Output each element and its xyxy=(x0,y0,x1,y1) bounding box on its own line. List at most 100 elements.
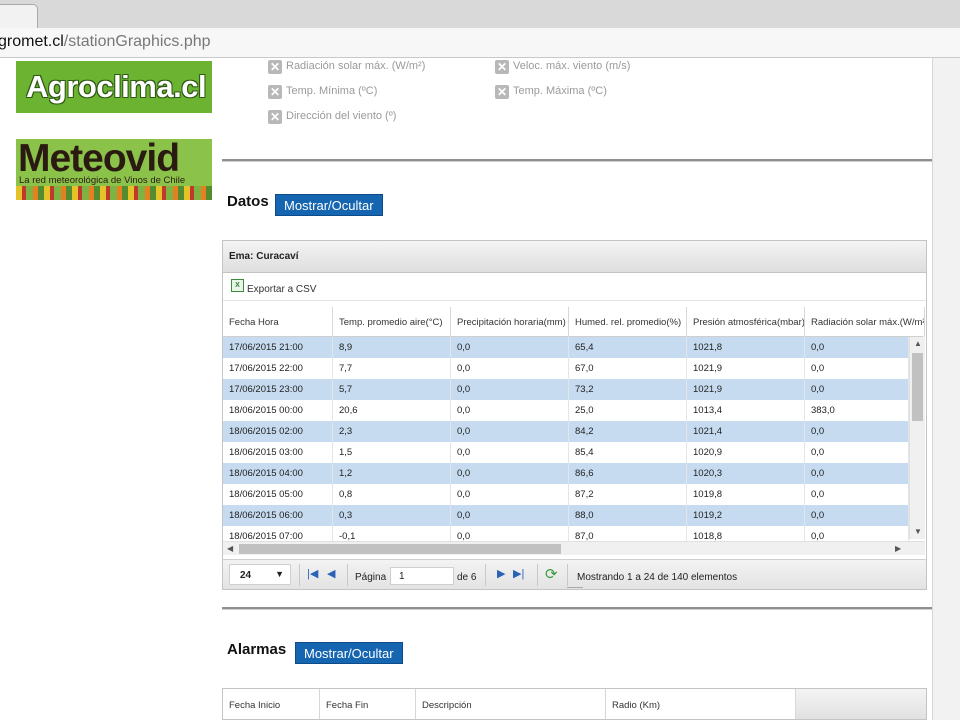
x-box-icon: ✕ xyxy=(268,60,282,74)
cell-precipitacion: 0,0 xyxy=(451,379,569,400)
chevron-down-icon: ▼ xyxy=(275,569,284,579)
grid-caption: Ema: Curacaví xyxy=(223,241,926,273)
column-header-fecha-inicio[interactable]: Fecha Inicio xyxy=(223,689,320,719)
vertical-scroll-thumb[interactable] xyxy=(912,353,923,421)
column-header-radiacion[interactable]: Radiación solar máx.(W/m²) xyxy=(805,307,925,337)
cell-temp-promedio: 20,6 xyxy=(333,400,451,421)
cell-humedad: 25,0 xyxy=(569,400,687,421)
datos-title: Datos xyxy=(227,193,269,210)
datos-toggle-button[interactable]: Mostrar/Ocultar xyxy=(275,194,383,216)
horizontal-scrollbar[interactable]: ◀ ▶ xyxy=(223,541,925,555)
alarms-table: Fecha Inicio Fecha Fin Descripción Radio… xyxy=(222,688,927,720)
horizontal-scroll-thumb[interactable] xyxy=(239,544,561,554)
meteovid-tagline: La red meteorológica de Vinos de Chile xyxy=(19,175,186,186)
cell-precipitacion: 0,0 xyxy=(451,463,569,484)
cell-temp-promedio: 0,8 xyxy=(333,484,451,505)
cell-radiacion: 383,0 xyxy=(805,400,909,421)
cell-precipitacion: 0,0 xyxy=(451,505,569,526)
resize-grip[interactable] xyxy=(567,587,583,589)
cell-fecha-hora: 18/06/2015 00:00 xyxy=(223,400,333,421)
table-row[interactable]: 17/06/2015 23:00 5,7 0,0 73,2 1021,9 0,0 xyxy=(223,379,909,400)
excel-icon[interactable]: X xyxy=(231,279,244,292)
legend-item-radiacion[interactable]: ✕ Radiación solar máx. (W/m²) xyxy=(268,60,425,74)
cell-fecha-hora: 18/06/2015 06:00 xyxy=(223,505,333,526)
page-size-select[interactable]: 24 ▼ xyxy=(229,564,291,585)
last-page-icon[interactable]: ▶| xyxy=(513,567,524,580)
table-row[interactable]: 18/06/2015 04:00 1,2 0,0 86,6 1020,3 0,0 xyxy=(223,463,909,484)
cell-radiacion: 0,0 xyxy=(805,526,909,541)
next-page-icon[interactable]: ▶ xyxy=(497,567,505,580)
x-box-icon: ✕ xyxy=(268,110,282,124)
cell-presion: 1021,9 xyxy=(687,358,805,379)
scroll-left-icon[interactable]: ◀ xyxy=(227,544,233,553)
legend-label: Radiación solar máx. (W/m²) xyxy=(286,60,426,72)
column-header-precipitacion[interactable]: Precipitación horaria(mm) xyxy=(451,307,569,337)
pager-separator xyxy=(299,564,300,586)
browser-tab[interactable] xyxy=(0,4,38,28)
meteovid-logo[interactable]: Meteovid La red meteorológica de Vinos d… xyxy=(16,139,212,200)
legend-label: Temp. Máxima (ºC) xyxy=(513,85,607,97)
legend-label: Veloc. máx. viento (m/s) xyxy=(513,60,631,72)
legend-label: Dirección del viento (º) xyxy=(286,110,397,122)
alarmas-toggle-button[interactable]: Mostrar/Ocultar xyxy=(295,642,403,664)
cell-radiacion: 0,0 xyxy=(805,442,909,463)
address-bar[interactable]: gromet.cl/stationGraphics.php xyxy=(0,28,960,58)
table-row[interactable]: 18/06/2015 06:00 0,3 0,0 88,0 1019,2 0,0 xyxy=(223,505,909,526)
url-text[interactable]: gromet.cl/stationGraphics.php xyxy=(0,33,211,51)
cell-temp-promedio: 8,9 xyxy=(333,337,451,358)
table-row[interactable]: 18/06/2015 05:00 0,8 0,0 87,2 1019,8 0,0 xyxy=(223,484,909,505)
cell-fecha-hora: 18/06/2015 03:00 xyxy=(223,442,333,463)
cell-temp-promedio: 2,3 xyxy=(333,421,451,442)
alarms-header-filler xyxy=(796,689,926,719)
page-number-input[interactable]: 1 xyxy=(390,567,454,585)
first-page-icon[interactable]: |◀ xyxy=(307,567,318,580)
column-header-humedad[interactable]: Humed. rel. promedio(%) xyxy=(569,307,687,337)
page-count-label: de 6 xyxy=(457,572,477,583)
legend-item-direccion[interactable]: ✕ Dirección del viento (º) xyxy=(268,110,396,124)
cell-presion: 1021,4 xyxy=(687,421,805,442)
legend-item-viento-max[interactable]: ✕ Veloc. máx. viento (m/s) xyxy=(495,60,630,74)
legend-item-temp-min[interactable]: ✕ Temp. Mínima (ºC) xyxy=(268,85,377,99)
cell-humedad: 65,4 xyxy=(569,337,687,358)
cell-presion: 1020,3 xyxy=(687,463,805,484)
cell-precipitacion: 0,0 xyxy=(451,337,569,358)
section-divider xyxy=(222,159,932,162)
scroll-up-icon[interactable]: ▲ xyxy=(914,339,922,348)
agroclima-logo-text: Agroclima.cl xyxy=(26,69,207,104)
cell-humedad: 84,2 xyxy=(569,421,687,442)
prev-page-icon[interactable]: ◀ xyxy=(327,567,335,580)
export-csv-button[interactable]: Exportar a CSV xyxy=(247,284,316,295)
column-header-presion[interactable]: Presión atmosférica(mbar) xyxy=(687,307,805,337)
refresh-icon[interactable]: ⟳ xyxy=(545,565,558,583)
page-side-gutter xyxy=(932,58,960,720)
pager-info: Mostrando 1 a 24 de 140 elementos xyxy=(577,572,738,583)
column-header-descripcion[interactable]: Descripción xyxy=(416,689,606,719)
legend-item-temp-max[interactable]: ✕ Temp. Máxima (ºC) xyxy=(495,85,607,99)
agroclima-logo[interactable]: Agroclima.cl xyxy=(16,61,212,113)
table-row[interactable]: 17/06/2015 22:00 7,7 0,0 67,0 1021,9 0,0 xyxy=(223,358,909,379)
pager-separator xyxy=(347,564,348,586)
page-label: Página xyxy=(355,572,387,583)
scroll-down-icon[interactable]: ▼ xyxy=(914,527,922,536)
legend-label: Temp. Mínima (ºC) xyxy=(286,85,378,97)
cell-precipitacion: 0,0 xyxy=(451,358,569,379)
column-header-fecha-hora[interactable]: Fecha Hora xyxy=(223,307,333,337)
cell-precipitacion: 0,0 xyxy=(451,421,569,442)
x-box-icon: ✕ xyxy=(268,85,282,99)
table-row[interactable]: 18/06/2015 03:00 1,5 0,0 85,4 1020,9 0,0 xyxy=(223,442,909,463)
vertical-scrollbar[interactable]: ▲ ▼ xyxy=(909,337,925,539)
table-row[interactable]: 17/06/2015 21:00 8,9 0,0 65,4 1021,8 0,0 xyxy=(223,337,909,358)
table-row[interactable]: 18/06/2015 02:00 2,3 0,0 84,2 1021,4 0,0 xyxy=(223,421,909,442)
section-divider xyxy=(222,607,932,610)
column-header-fecha-fin[interactable]: Fecha Fin xyxy=(320,689,416,719)
cell-presion: 1020,9 xyxy=(687,442,805,463)
scroll-right-icon[interactable]: ▶ xyxy=(895,544,901,553)
table-row[interactable]: 18/06/2015 00:00 20,6 0,0 25,0 1013,4 383,0 xyxy=(223,400,909,421)
column-header-radio[interactable]: Radio (Km) xyxy=(606,689,796,719)
column-header-temp-promedio[interactable]: Temp. promedio aire(°C) xyxy=(333,307,451,337)
cell-presion: 1019,8 xyxy=(687,484,805,505)
cell-temp-promedio: 1,5 xyxy=(333,442,451,463)
cell-humedad: 87,2 xyxy=(569,484,687,505)
table-row[interactable]: 18/06/2015 07:00 -0,1 0,0 87,0 1018,8 0,0 xyxy=(223,526,909,541)
cell-radiacion: 0,0 xyxy=(805,421,909,442)
